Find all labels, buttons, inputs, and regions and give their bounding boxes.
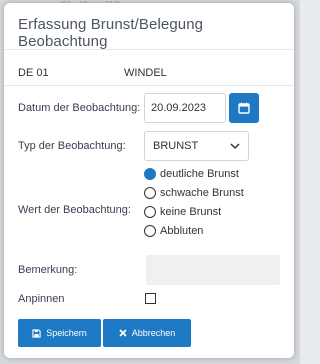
remark-input[interactable] bbox=[146, 255, 280, 285]
info-divider bbox=[4, 85, 294, 86]
animal-id: DE 01 bbox=[18, 67, 49, 79]
radio-option-abbluten[interactable]: Abbluten bbox=[144, 225, 203, 237]
pin-label: Anpinnen bbox=[18, 293, 65, 305]
close-icon bbox=[119, 329, 127, 337]
radio-label: keine Brunst bbox=[160, 206, 222, 218]
date-input[interactable] bbox=[144, 93, 226, 123]
radio-option-schwache-brunst[interactable]: schwache Brunst bbox=[144, 187, 244, 199]
cancel-button-label: Abbrechen bbox=[131, 328, 176, 338]
value-label: Wert der Beobachtung: bbox=[18, 204, 131, 216]
title-divider bbox=[4, 49, 294, 50]
chevron-down-icon bbox=[230, 142, 240, 149]
dialog-title: Erfassung Brunst/Belegung Beobachtung bbox=[18, 16, 204, 50]
radio-label: Abbluten bbox=[160, 225, 204, 237]
pin-checkbox[interactable] bbox=[145, 293, 156, 304]
radio-option-keine-brunst[interactable]: keine Brunst bbox=[144, 206, 221, 218]
radio-option-deutliche-brunst[interactable]: deutliche Brunst bbox=[144, 168, 239, 180]
radio-unchecked-icon bbox=[144, 225, 156, 237]
cancel-button[interactable]: Abbrechen bbox=[103, 319, 191, 347]
type-label: Typ der Beobachtung: bbox=[18, 140, 126, 152]
save-button[interactable]: Speichern bbox=[18, 319, 101, 347]
radio-checked-icon bbox=[144, 168, 156, 180]
radio-label: schwache Brunst bbox=[160, 187, 244, 199]
calendar-icon bbox=[238, 102, 250, 114]
type-select[interactable]: BRUNST bbox=[144, 131, 249, 161]
remark-label: Bemerkung: bbox=[18, 264, 78, 276]
floppy-disk-icon bbox=[32, 328, 41, 338]
animal-name: WINDEL bbox=[124, 67, 167, 79]
date-label: Datum der Beobachtung: bbox=[18, 102, 141, 114]
radio-unchecked-icon bbox=[144, 206, 156, 218]
save-button-label: Speichern bbox=[46, 328, 87, 338]
type-select-value: BRUNST bbox=[153, 140, 199, 152]
calendar-button[interactable] bbox=[229, 93, 259, 123]
observation-dialog: Erfassung Brunst/Belegung Beobachtung DE… bbox=[4, 3, 294, 358]
radio-label: deutliche Brunst bbox=[160, 168, 239, 180]
radio-unchecked-icon bbox=[144, 187, 156, 199]
